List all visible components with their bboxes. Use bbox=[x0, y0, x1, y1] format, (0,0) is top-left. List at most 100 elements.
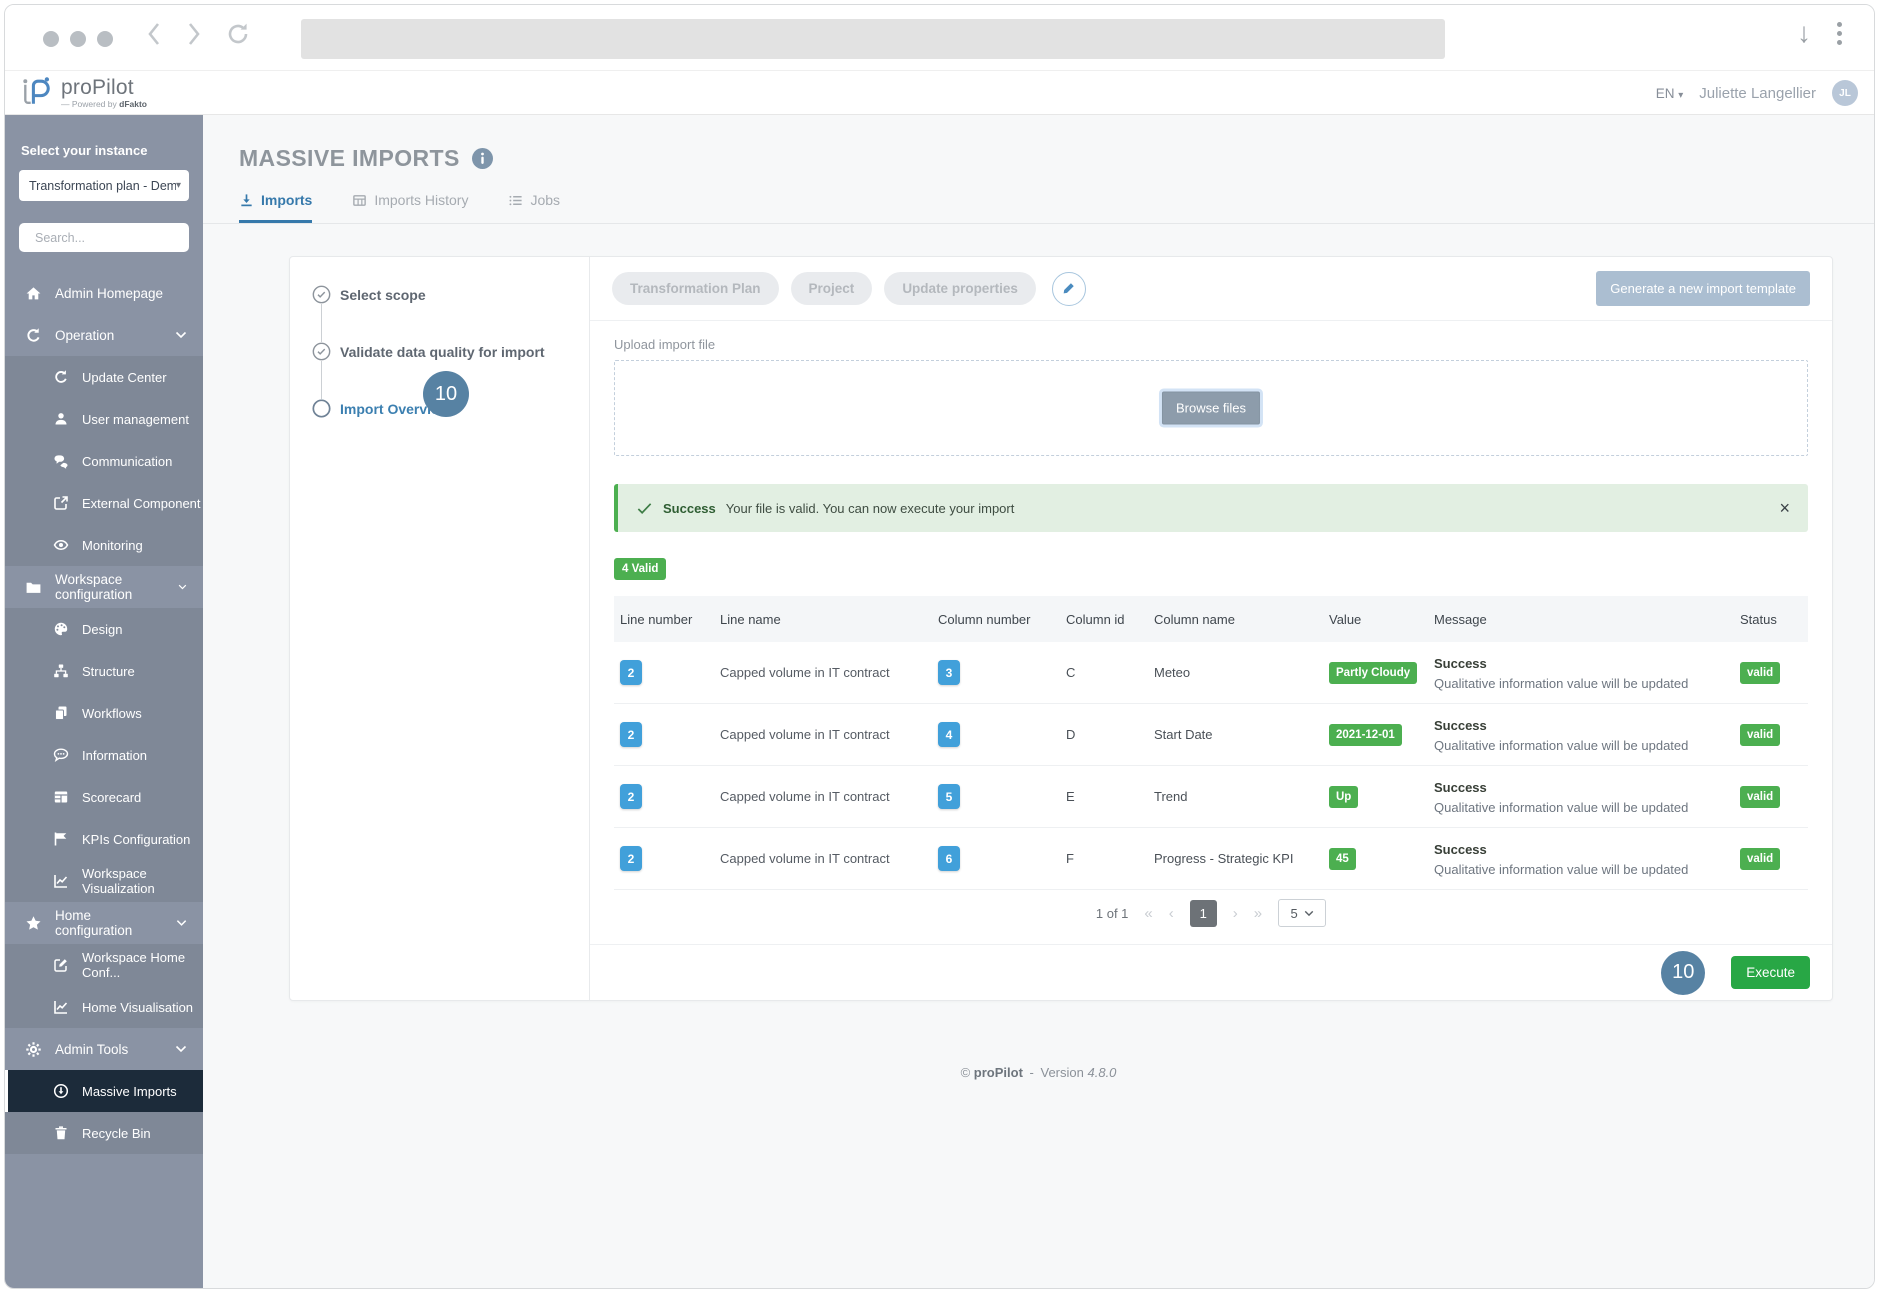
browser-chrome: ↓ bbox=[5, 5, 1874, 71]
sidebar-item-kpis-configuration[interactable]: KPIs Configuration bbox=[5, 818, 203, 860]
sidebar-item-monitoring[interactable]: Monitoring bbox=[5, 524, 203, 566]
sidebar-item-design[interactable]: Design bbox=[5, 608, 203, 650]
annotation-badge-10: 10 bbox=[1661, 950, 1706, 995]
brand-name: proPilot bbox=[61, 75, 134, 99]
info-icon[interactable] bbox=[471, 148, 493, 169]
sidebar-item-label: Information bbox=[82, 747, 148, 763]
first-page-icon[interactable]: « bbox=[1144, 905, 1152, 922]
pagination-range: 1 of 1 bbox=[1095, 905, 1129, 921]
sidebar-item-admin-tools[interactable]: Admin Tools bbox=[5, 1028, 203, 1070]
message-title: Success bbox=[1434, 655, 1487, 671]
sidebar-item-home-configuration[interactable]: Home configuration bbox=[5, 902, 203, 944]
edit-scope-button[interactable] bbox=[1051, 271, 1086, 306]
sidebar-item-operation[interactable]: Operation bbox=[5, 314, 203, 356]
sidebar-item-label: Operation bbox=[55, 327, 115, 343]
file-drop-zone[interactable]: Browse files bbox=[614, 360, 1808, 456]
window-controls[interactable] bbox=[43, 31, 113, 47]
chevron-down-icon: ▾ bbox=[175, 180, 181, 191]
sidebar-item-information[interactable]: Information bbox=[5, 734, 203, 776]
address-bar[interactable] bbox=[301, 19, 1445, 59]
tab-label: Jobs bbox=[530, 192, 561, 208]
footer-version-number: 4.8.0 bbox=[1087, 1065, 1117, 1080]
tab-imports-history[interactable]: Imports History bbox=[352, 192, 468, 223]
sidebar-item-workspace-visualization[interactable]: Workspace Visualization bbox=[5, 860, 203, 902]
generate-template-button[interactable]: Generate a new import template bbox=[1596, 271, 1810, 306]
message-detail: Qualitative information value will be up… bbox=[1434, 861, 1689, 877]
page-size-select[interactable]: 5 bbox=[1278, 899, 1327, 927]
table-icon bbox=[353, 194, 367, 206]
page-title: MASSIVE IMPORTS bbox=[239, 145, 460, 171]
avatar[interactable]: JL bbox=[1832, 80, 1858, 106]
refresh-icon[interactable] bbox=[225, 21, 251, 47]
table-row: 2 Capped volume in IT contract 6 F Progr… bbox=[614, 828, 1808, 890]
sidebar-item-recycle-bin[interactable]: Recycle Bin bbox=[5, 1112, 203, 1154]
tab-imports[interactable]: Imports bbox=[239, 192, 313, 223]
sidebar-item-admin-homepage[interactable]: Admin Homepage bbox=[5, 272, 203, 314]
execute-button[interactable]: Execute bbox=[1731, 956, 1810, 989]
tab-label: Imports bbox=[261, 192, 313, 208]
line-number-badge: 2 bbox=[620, 660, 642, 685]
external-link-icon bbox=[54, 496, 68, 510]
download-icon[interactable]: ↓ bbox=[1797, 19, 1811, 47]
line-name: Capped volume in IT contract bbox=[720, 727, 890, 742]
value-badge: 45 bbox=[1329, 847, 1356, 870]
search-input[interactable] bbox=[35, 230, 196, 245]
sidebar-item-label: Home Visualisation bbox=[82, 999, 194, 1015]
sidebar-item-massive-imports[interactable]: Massive Imports bbox=[5, 1070, 203, 1112]
chevron-down-icon bbox=[176, 920, 187, 926]
project-button[interactable]: Project bbox=[790, 272, 873, 305]
step-select-scope[interactable]: Select scope bbox=[312, 285, 432, 304]
browser-menu-icon[interactable] bbox=[1837, 21, 1842, 45]
window-dot-icon[interactable] bbox=[70, 31, 86, 47]
empty-circle-icon bbox=[312, 399, 331, 418]
download-icon bbox=[241, 193, 252, 206]
list-icon bbox=[509, 195, 523, 205]
sidebar-item-home-visualisation[interactable]: Home Visualisation bbox=[5, 986, 203, 1028]
instance-value: Transformation plan - Demo bbox=[29, 178, 176, 193]
instance-select[interactable]: Transformation plan - Demo ▾ bbox=[19, 170, 189, 201]
instance-label: Select your instance bbox=[21, 143, 148, 158]
user-name[interactable]: Juliette Langellier bbox=[1699, 85, 1816, 102]
message-title: Success bbox=[1434, 717, 1487, 733]
sidebar-item-workflows[interactable]: Workflows bbox=[5, 692, 203, 734]
column-header: Column name bbox=[1154, 611, 1235, 627]
window-dot-icon[interactable] bbox=[43, 31, 59, 47]
step-validate-data[interactable]: Validate data quality for import bbox=[312, 342, 551, 361]
tab-jobs[interactable]: Jobs bbox=[508, 192, 560, 223]
transformation-plan-button[interactable]: Transformation Plan bbox=[612, 272, 779, 305]
back-icon[interactable] bbox=[145, 21, 163, 47]
next-page-icon[interactable]: › bbox=[1233, 905, 1238, 922]
column-header: Line name bbox=[720, 611, 781, 627]
line-chart-icon bbox=[54, 1001, 68, 1014]
forward-icon[interactable] bbox=[185, 21, 203, 47]
sidebar-item-user-management[interactable]: User management bbox=[5, 398, 203, 440]
browse-files-button[interactable]: Browse files bbox=[1161, 391, 1261, 425]
close-icon[interactable]: × bbox=[1779, 499, 1790, 517]
window-dot-icon[interactable] bbox=[97, 31, 113, 47]
message-detail: Qualitative information value will be up… bbox=[1434, 737, 1689, 753]
current-page-button[interactable]: 1 bbox=[1189, 899, 1217, 927]
propilot-logo: proPilot — Powered by dFakto bbox=[19, 74, 147, 110]
last-page-icon[interactable]: » bbox=[1254, 905, 1262, 922]
sidebar-item-external-component[interactable]: External Component bbox=[5, 482, 203, 524]
update-properties-button[interactable]: Update properties bbox=[884, 272, 1036, 305]
sidebar-item-scorecard[interactable]: Scorecard bbox=[5, 776, 203, 818]
table-row: 2 Capped volume in IT contract 3 C Meteo… bbox=[614, 642, 1808, 704]
sidebar-search[interactable] bbox=[19, 223, 196, 252]
scope-toolbar: Transformation Plan Project Update prope… bbox=[590, 257, 1832, 321]
sidebar-item-label: Admin Tools bbox=[55, 1041, 129, 1057]
sidebar-item-structure[interactable]: Structure bbox=[5, 650, 203, 692]
sidebar-item-communication[interactable]: Communication bbox=[5, 440, 203, 482]
gear-icon bbox=[26, 1041, 41, 1057]
sidebar-item-label: Workspace configuration bbox=[55, 572, 133, 602]
sidebar-item-workspace-home-conf[interactable]: Workspace Home Conf... bbox=[5, 944, 203, 986]
previous-page-icon[interactable]: ‹ bbox=[1169, 905, 1174, 922]
sidebar-item-update-center[interactable]: Update Center bbox=[5, 356, 203, 398]
sidebar-item-label: Workspace Visualization bbox=[82, 866, 155, 896]
value-badge: 2021-12-01 bbox=[1329, 723, 1402, 746]
message-title: Success bbox=[1434, 841, 1487, 857]
language-selector[interactable]: EN ▾ bbox=[1656, 86, 1684, 101]
sidebar-item-workspace-configuration[interactable]: Workspace configuration bbox=[5, 566, 203, 608]
sidebar-item-label: Design bbox=[82, 621, 123, 637]
column-number-badge: 3 bbox=[938, 660, 960, 685]
